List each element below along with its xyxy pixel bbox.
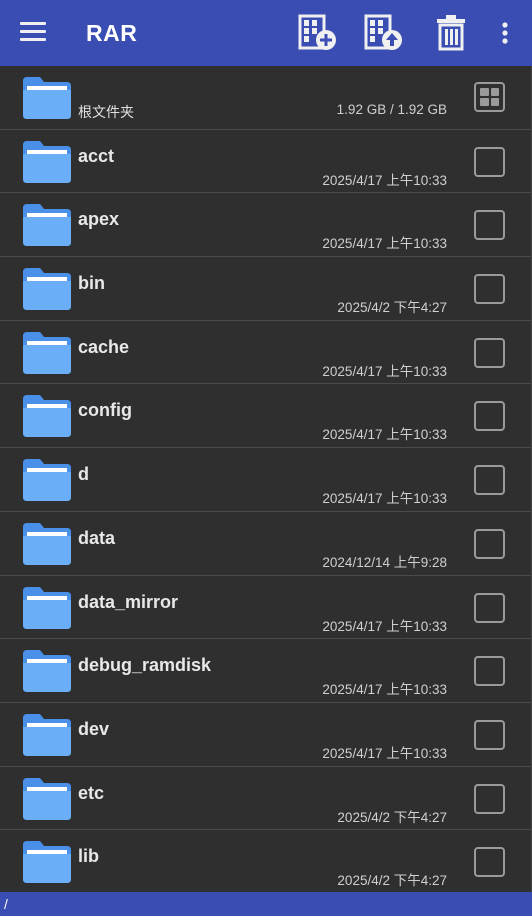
folder-row[interactable]: bin 2025/4/2 下午4:27 [0,257,531,321]
folder-checkbox[interactable] [474,847,505,878]
folder-modified-date: 2025/4/17 上午10:33 [322,172,447,188]
folder-row[interactable]: cache 2025/4/17 上午10:33 [0,320,531,385]
folder-checkbox[interactable] [474,210,505,241]
select-all-grid-icon[interactable] [474,82,505,112]
folder-icon [23,395,71,438]
folder-name: config [78,400,132,421]
trash-icon [437,15,465,51]
folder-icon [23,268,71,311]
current-path-bar: / [0,892,532,916]
add-to-archive-button[interactable] [298,14,338,52]
folder-name: etc [78,782,105,803]
folder-name: apex [78,209,120,230]
folder-modified-date: 2025/4/17 上午10:33 [322,491,447,507]
folder-checkbox[interactable] [474,656,505,687]
folder-modified-date: 2025/4/17 上午10:33 [322,745,447,761]
app-title: RAR [86,20,138,46]
folder-modified-date: 2025/4/2 下午4:27 [337,873,447,889]
folder-modified-date: 2025/4/17 上午10:33 [322,363,447,379]
folder-name: debug_ramdisk [78,655,212,676]
folder-modified-date: 2025/4/2 下午4:27 [337,809,447,825]
folder-checkbox[interactable] [474,592,505,623]
folder-name: cache [78,336,130,357]
folder-icon [23,204,71,247]
root-folder-row[interactable]: 根文件夹 1.92 GB / 1.92 GB [0,66,531,130]
folder-name: d [78,464,89,485]
folder-name: bin [78,273,105,294]
folder-modified-date: 2025/4/17 上午10:33 [322,682,447,698]
more-options-button[interactable] [485,14,525,52]
more-vert-icon [502,22,508,44]
folder-icon [23,459,71,502]
root-folder-label: 根文件夹 [78,104,134,120]
folder-name: dev [78,718,110,739]
folder-row[interactable]: data 2024/12/14 上午9:28 [0,511,531,576]
folder-row[interactable]: dev 2025/4/17 上午10:33 [0,702,531,767]
folder-icon [23,331,71,374]
folder-modified-date: 2025/4/2 下午4:27 [337,300,447,316]
current-path: / [4,896,8,912]
folder-icon [23,841,71,884]
folder-row[interactable]: data_mirror 2025/4/17 上午10:33 [0,575,531,640]
folder-checkbox[interactable] [474,528,505,559]
menu-icon[interactable] [20,22,46,44]
folder-row[interactable]: debug_ramdisk 2025/4/17 上午10:33 [0,639,531,703]
folder-checkbox[interactable] [474,337,505,368]
file-list: 根文件夹 1.92 GB / 1.92 GB acct 2025/4/17 上午1… [0,66,532,892]
folder-checkbox[interactable] [474,465,505,496]
folder-icon [23,77,71,119]
folder-row[interactable]: apex 2025/4/17 上午10:33 [0,193,531,258]
folder-checkbox[interactable] [474,146,505,177]
app-bar: RAR [0,0,532,66]
folder-modified-date: 2025/4/17 上午10:33 [322,236,447,252]
folder-row[interactable]: config 2025/4/17 上午10:33 [0,384,531,449]
folder-name: lib [78,846,99,867]
folder-row[interactable]: etc 2025/4/2 下午4:27 [0,766,531,831]
folder-row[interactable]: lib 2025/4/2 下午4:27 [0,830,531,892]
folder-icon [23,777,71,820]
folder-icon [23,522,71,565]
delete-button[interactable] [431,14,471,52]
folder-modified-date: 2025/4/17 上午10:33 [322,427,447,443]
folder-icon [23,140,71,183]
folder-name: data_mirror [78,591,179,612]
folder-name: acct [78,145,115,166]
folder-modified-date: 2024/12/14 上午9:28 [322,554,447,570]
folder-checkbox[interactable] [474,274,505,305]
folder-row[interactable]: d 2025/4/17 上午10:33 [0,448,531,512]
folder-icon [23,713,71,756]
extract-archive-icon [364,14,402,50]
extract-archive-button[interactable] [364,14,404,52]
folder-checkbox[interactable] [474,719,505,750]
folder-checkbox[interactable] [474,401,505,432]
folder-name: data [78,527,116,548]
folder-icon [23,650,71,693]
folder-modified-date: 2025/4/17 上午10:33 [322,618,447,634]
folder-row[interactable]: acct 2025/4/17 上午10:33 [0,129,531,194]
folder-icon [23,586,71,629]
storage-usage: 1.92 GB / 1.92 GB [336,102,447,117]
add-to-archive-icon [298,14,336,50]
folder-checkbox[interactable] [474,783,505,814]
